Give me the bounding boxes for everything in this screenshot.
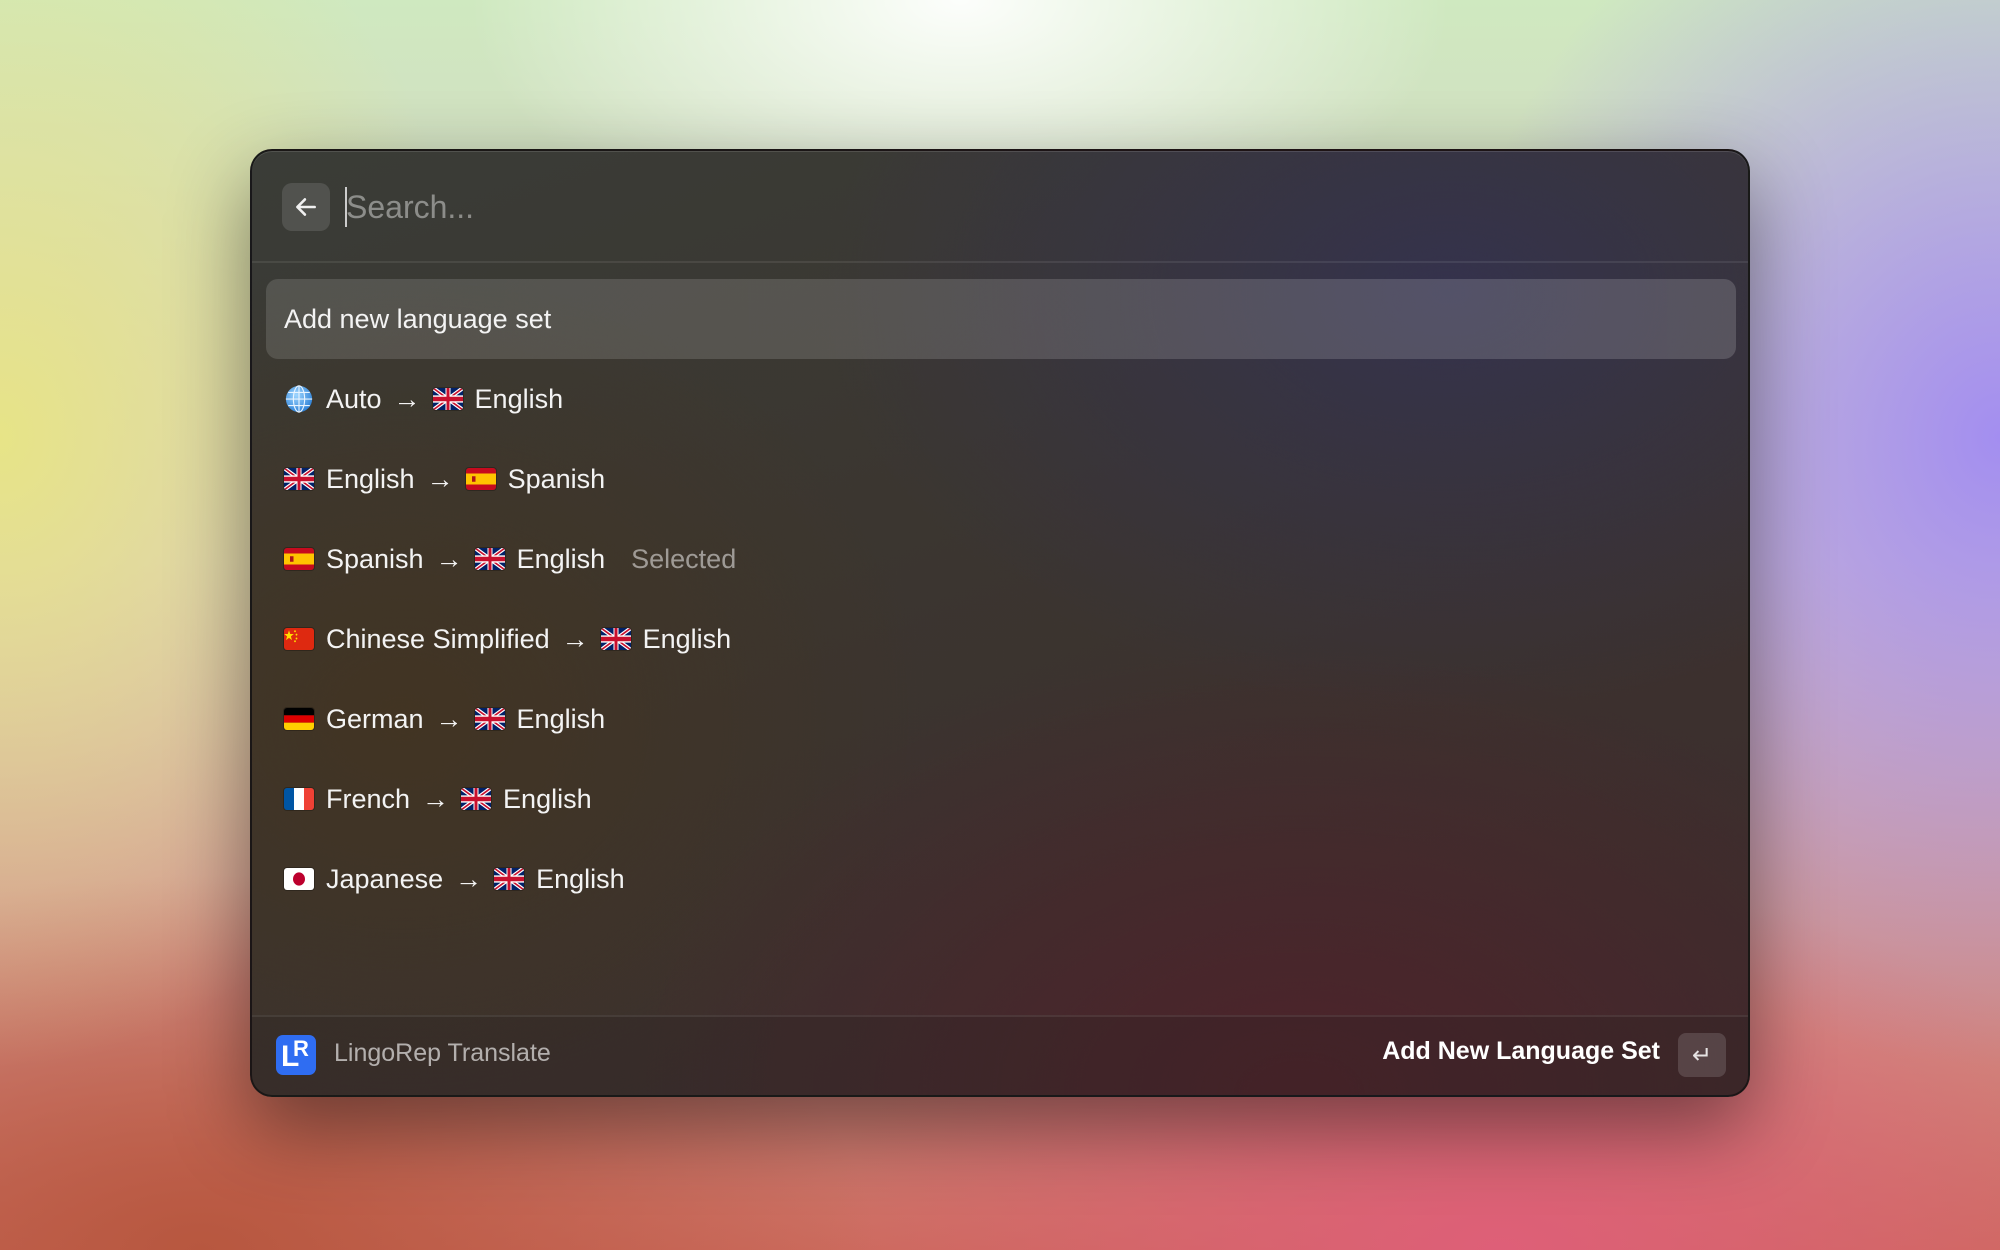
return-key-icon[interactable]: ↵	[1678, 1033, 1726, 1077]
flag-japan-icon	[284, 868, 314, 890]
primary-action-button[interactable]: Add New Language Set	[1382, 1037, 1660, 1066]
language-set-item[interactable]: French → English	[266, 759, 1736, 839]
flag-china-icon	[284, 628, 314, 650]
search-input[interactable]	[346, 179, 1646, 235]
arrow-right-icon: →	[455, 863, 483, 894]
language-set-item[interactable]: Japanese → English	[266, 839, 1736, 919]
source-language-label: French	[326, 783, 411, 814]
arrow-right-icon: →	[561, 623, 589, 654]
arrow-right-icon: →	[422, 783, 450, 814]
target-language-label: English	[536, 863, 625, 894]
flag-uk-icon	[461, 788, 492, 810]
source-language-label: English	[326, 463, 415, 494]
source-language-label: Spanish	[326, 543, 424, 574]
language-set-items: Auto → English English → Spanish Spanish → Engli…	[266, 359, 1736, 919]
flag-germany-icon	[284, 708, 314, 730]
language-set-item[interactable]: English → Spanish	[266, 439, 1736, 519]
back-button[interactable]	[282, 183, 330, 231]
add-language-set-item[interactable]: Add new language set	[266, 279, 1736, 359]
source-language-label: Japanese	[326, 863, 444, 894]
flag-spain-icon	[465, 468, 496, 490]
target-language-label: English	[474, 383, 564, 414]
language-set-item[interactable]: Auto → English	[266, 359, 1736, 439]
arrow-right-icon: →	[426, 463, 454, 494]
language-set-item[interactable]: Spanish → English Selected	[266, 519, 1736, 599]
flag-uk-icon	[600, 628, 631, 650]
language-set-item[interactable]: German → English	[266, 679, 1736, 759]
target-language-label: Spanish	[507, 463, 606, 494]
arrow-left-icon	[296, 198, 316, 216]
source-language-label: Auto	[326, 383, 382, 414]
app-name: LingoRep Translate	[334, 1039, 551, 1067]
flag-france-icon	[284, 788, 314, 810]
launcher-window: Add new language set Auto→EnglishEnglish…	[250, 149, 1750, 1097]
arrow-right-icon: →	[435, 543, 463, 574]
selected-accessory: Selected	[631, 543, 737, 574]
flag-uk-icon	[474, 548, 505, 570]
flag-spain-icon	[284, 548, 314, 570]
search-bar	[252, 151, 1748, 263]
flag-uk-icon	[284, 468, 314, 490]
target-language-label: English	[642, 623, 732, 654]
language-set-list: Add new language set Auto → English English…	[266, 279, 1736, 919]
flag-uk-icon	[432, 388, 463, 410]
source-language-label: German	[326, 703, 424, 734]
arrow-right-icon: →	[435, 703, 463, 734]
language-set-item[interactable]: Chinese Simplified → English	[266, 599, 1736, 679]
source-language-label: Chinese Simplified	[326, 623, 550, 654]
globe-icon	[284, 384, 314, 414]
flag-uk-icon	[494, 868, 525, 890]
flag-uk-icon	[474, 708, 505, 730]
target-language-label: English	[516, 543, 606, 574]
app-logo: L R	[276, 1035, 316, 1075]
target-language-label: English	[516, 703, 606, 734]
arrow-right-icon: →	[393, 383, 421, 414]
action-bar: L R LingoRep Translate Add New Language …	[252, 1015, 1748, 1095]
target-language-label: English	[503, 783, 592, 814]
list-item-label: Add new language set	[284, 303, 552, 334]
